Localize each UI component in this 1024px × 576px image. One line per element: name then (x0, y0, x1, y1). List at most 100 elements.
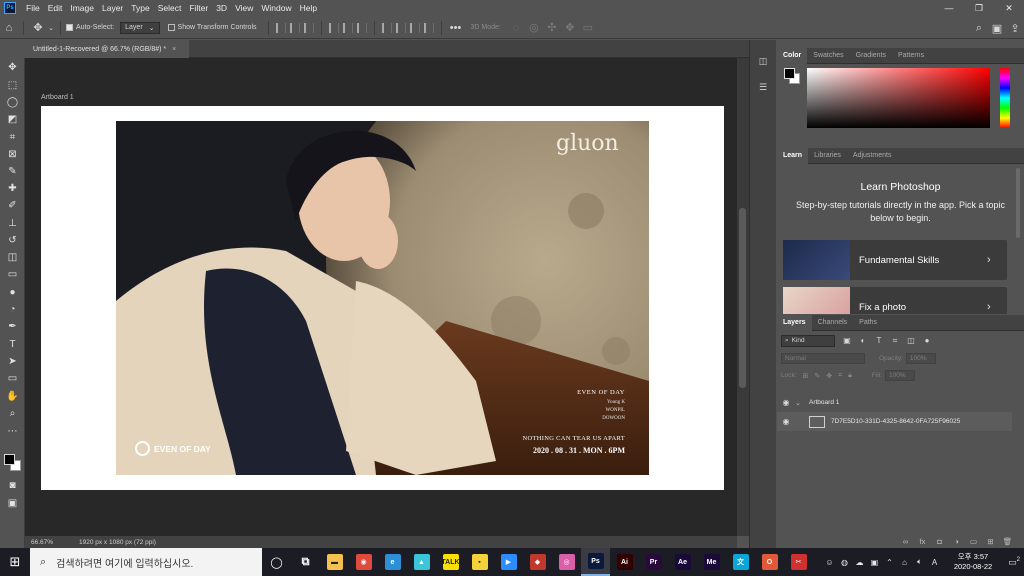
3d-orbit-icon[interactable]: ◌ (507, 19, 525, 37)
learn-card-fundamental-skills[interactable]: Fundamental Skills › (783, 240, 1007, 280)
lock-transparency-icon[interactable]: ⊞ (803, 372, 809, 380)
new-group-icon[interactable]: ▭ (965, 537, 982, 546)
layer-mask-icon[interactable]: ◘ (931, 537, 948, 546)
taskbar-file-explorer-button[interactable]: ▬ (320, 548, 349, 576)
learn-card-fix-photo[interactable]: Fix a photo › (783, 287, 1007, 314)
lock-position-icon[interactable]: ✥ (826, 372, 832, 380)
taskbar-after-effects-button[interactable]: Ae (668, 548, 697, 576)
align-bottom-icon[interactable] (356, 22, 367, 33)
chevron-up-icon[interactable]: ⌃ (882, 558, 897, 567)
taskbar-camera-app-button[interactable]: ◎ (552, 548, 581, 576)
taskbar-multitask-button[interactable]: ⧉ (291, 548, 320, 576)
path-select-icon[interactable]: ➤ (5, 354, 20, 368)
taskbar-sticky-notes-button[interactable]: ▪ (465, 548, 494, 576)
screen-mode-icon[interactable]: ▣ (5, 496, 20, 510)
menu-image[interactable]: Image (66, 3, 98, 13)
visibility-eye-icon[interactable]: ◉ (777, 398, 795, 407)
tray-app-icon[interactable]: ▣ (867, 558, 882, 567)
share-icon[interactable]: ⇪ (1006, 22, 1024, 35)
align-left-icon[interactable] (275, 22, 286, 33)
tab-layers[interactable]: Layers (777, 314, 812, 331)
blend-mode-dropdown[interactable]: Normal (781, 353, 865, 364)
restore-button[interactable]: ❐ (964, 0, 994, 16)
learn-scrollbar[interactable] (1016, 168, 1020, 238)
vertical-scroll-thumb[interactable] (739, 208, 746, 388)
minimize-button[interactable]: — (934, 0, 964, 16)
quick-select-tool-icon[interactable]: ◩ (5, 112, 20, 126)
delete-layer-icon[interactable]: 🗑︎ (999, 537, 1016, 546)
visibility-eye-icon[interactable]: ◉ (777, 417, 795, 426)
clone-stamp-icon[interactable]: ⊥ (5, 216, 20, 230)
lock-pixels-icon[interactable]: ✎ (814, 372, 820, 380)
lock-all-icon[interactable]: 🔒︎ (848, 372, 852, 380)
blur-tool-icon[interactable]: ● (5, 285, 20, 299)
tab-gradients[interactable]: Gradients (850, 48, 892, 64)
align-top-icon[interactable] (328, 22, 339, 33)
move-tool-icon[interactable]: ✥ (5, 60, 20, 74)
hand-tool-icon[interactable]: ✋ (5, 389, 20, 403)
align-middle-icon[interactable] (342, 22, 353, 33)
taskbar-translate-app-button[interactable]: 文 (726, 548, 755, 576)
close-window-button[interactable]: ✕ (994, 0, 1024, 16)
type-tool-icon[interactable]: T (5, 337, 20, 351)
layer-filter-dropdown[interactable]: ⌕ Kind (781, 334, 835, 347)
taskbar-chrome-button[interactable]: ◉ (349, 548, 378, 576)
3d-slide-icon[interactable]: ✥ (561, 19, 579, 37)
taskbar-office-app-button[interactable]: O (755, 548, 784, 576)
zoom-level[interactable]: 66.67% (25, 539, 59, 546)
foreground-color-swatch[interactable] (784, 68, 795, 79)
marquee-tool-icon[interactable]: ⬚ (5, 78, 20, 92)
menu-select[interactable]: Select (154, 3, 186, 13)
menu-file[interactable]: File (22, 3, 44, 13)
history-brush-icon[interactable]: ↺ (5, 233, 20, 247)
distribute-top-icon[interactable] (381, 22, 392, 33)
fill-input[interactable]: 100% (884, 370, 915, 381)
tab-channels[interactable]: Channels (812, 315, 854, 331)
3d-video-icon[interactable]: ▭ (579, 19, 597, 37)
notification-center-icon[interactable]: ▭2 (1004, 557, 1024, 568)
zoom-tool-icon[interactable]: ⌕ (5, 406, 20, 420)
menu-edit[interactable]: Edit (44, 3, 67, 13)
taskbar-illustrator-button[interactable]: Ai (610, 548, 639, 576)
tab-adjustments[interactable]: Adjustments (847, 148, 898, 164)
menu-3d[interactable]: 3D (212, 3, 231, 13)
taskbar-zoom-button[interactable]: ▶ (494, 548, 523, 576)
smart-object-filter-icon[interactable]: ◫ (905, 335, 917, 347)
menu-window[interactable]: Window (257, 3, 295, 13)
adjustment-filter-icon[interactable]: ◐ (857, 335, 869, 347)
lock-artboard-icon[interactable]: ⌗ (838, 372, 842, 380)
close-tab-icon[interactable]: × (172, 46, 176, 53)
taskbar-edge-button[interactable]: e (378, 548, 407, 576)
pen-tool-icon[interactable]: ✒ (5, 319, 20, 333)
taskbar-photoshop-button[interactable]: Ps (581, 548, 610, 576)
color-saturation-field[interactable] (807, 68, 990, 128)
show-transform-checkbox[interactable] (167, 24, 175, 31)
tab-patterns[interactable]: Patterns (892, 48, 930, 64)
properties-panel-icon[interactable]: ☰ (756, 80, 770, 94)
layer-row-smart-object[interactable]: ◉ 7D7E5D10-331D-4325-8642-0FA725F96025 (777, 412, 1012, 431)
auto-select-checkbox[interactable] (66, 24, 73, 31)
taskbar-mail-app-button[interactable]: ✂ (784, 548, 813, 576)
brush-tool-icon[interactable]: ✐ (5, 198, 20, 212)
chevron-down-icon[interactable]: ⌄ (47, 19, 55, 37)
ime-icon[interactable]: A (927, 558, 942, 567)
more-options-icon[interactable]: ••• (447, 19, 465, 37)
history-panel-icon[interactable]: ◫ (756, 54, 770, 68)
taskbar-game-app-button[interactable]: ◆ (523, 548, 552, 576)
menu-type[interactable]: Type (127, 3, 153, 13)
taskbar-clock[interactable]: 오후 3:57 2020-08-22 (942, 552, 1004, 572)
notification-app-icon[interactable]: ◍ (837, 558, 852, 567)
taskbar-kakaotalk-button[interactable]: TALK (436, 548, 465, 576)
shape-tool-icon[interactable]: ▭ (5, 371, 20, 385)
layer-row-artboard[interactable]: ◉ ⌄ Artboard 1 (777, 393, 1012, 412)
taskbar-media-encoder-button[interactable]: Me (697, 548, 726, 576)
3d-roll-icon[interactable]: ◎ (525, 19, 543, 37)
3d-pan-icon[interactable]: ✣ (543, 19, 561, 37)
layer-style-icon[interactable]: fx (914, 537, 931, 546)
gradient-tool-icon[interactable]: ▭ (5, 267, 20, 281)
chevron-down-icon[interactable]: ⌄ (795, 399, 805, 407)
opacity-input[interactable]: 100% (905, 353, 936, 364)
menu-help[interactable]: Help (296, 3, 321, 13)
volume-icon[interactable]: 🔈︎ (912, 557, 927, 567)
new-layer-icon[interactable]: ⊞ (982, 537, 999, 546)
